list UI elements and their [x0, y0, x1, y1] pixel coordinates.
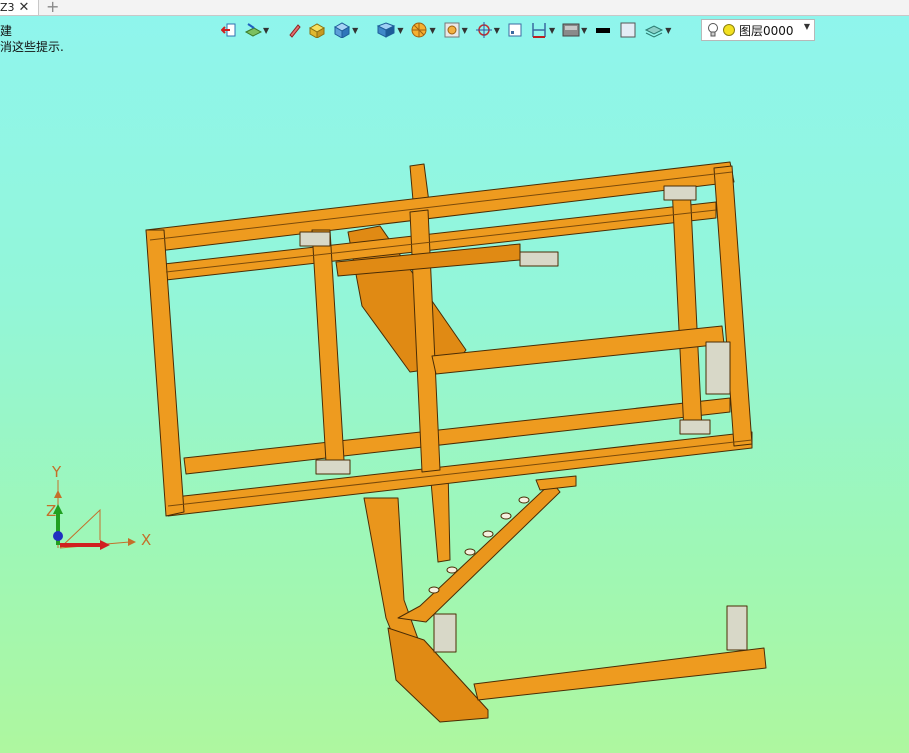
- axis-x-label: X: [141, 531, 152, 549]
- axis-triad: [53, 480, 136, 550]
- axis-z-label: Z: [46, 502, 57, 520]
- viewport-3d[interactable]: [0, 0, 909, 753]
- frame-model: [145, 161, 767, 723]
- axis-y-label: Y: [52, 463, 62, 481]
